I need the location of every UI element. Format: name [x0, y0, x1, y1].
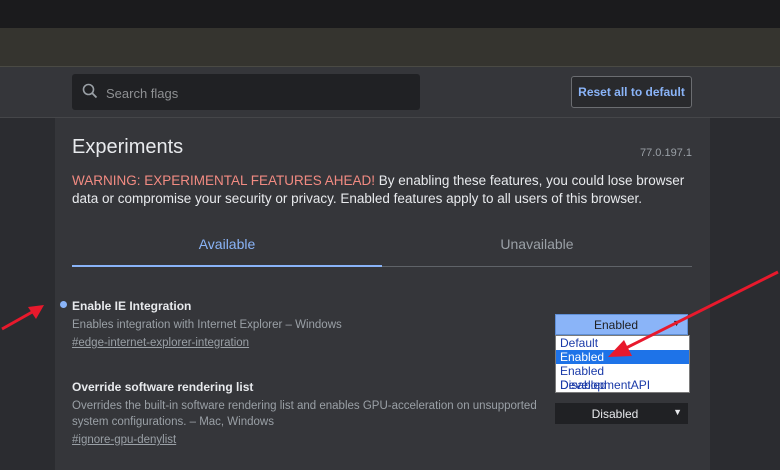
- warning-message: WARNING: EXPERIMENTAL FEATURES AHEAD! By…: [72, 172, 692, 208]
- flags-header: Reset all to default: [0, 67, 780, 118]
- browser-toolbar: [0, 28, 780, 67]
- annotation-arrow-left-icon: [1, 305, 44, 331]
- tab-unavailable[interactable]: Unavailable: [382, 236, 692, 252]
- page-title: Experiments: [72, 136, 184, 158]
- warning-strong: WARNING: EXPERIMENTAL FEATURES AHEAD!: [72, 173, 376, 188]
- flag-link-ie-integration[interactable]: #edge-internet-explorer-integration: [72, 337, 249, 349]
- search-icon: [82, 83, 98, 99]
- flag-name-software-rendering: Override software rendering list: [72, 380, 254, 394]
- version-label: 77.0.197.1: [640, 147, 692, 159]
- flag-name-ie-integration: Enable IE Integration: [72, 299, 192, 313]
- flag-link-software-rendering[interactable]: #ignore-gpu-denylist: [72, 434, 176, 446]
- modified-indicator-dot: [60, 301, 67, 308]
- tab-available[interactable]: Available: [72, 236, 382, 252]
- flag-select-software-rendering[interactable]: Disabled ▼: [555, 403, 688, 424]
- flag-description-software-rendering: Overrides the built-in software renderin…: [72, 400, 537, 428]
- search-input[interactable]: [104, 74, 408, 112]
- dropdown-option-disabled[interactable]: Disabled: [556, 378, 689, 392]
- reset-all-button[interactable]: Reset all to default: [571, 76, 692, 108]
- annotation-arrow-right-icon: [608, 270, 779, 357]
- dropdown-option-enabled-developmentapi[interactable]: Enabled DevelopmentAPI: [556, 364, 689, 392]
- dropdown-arrow-icon: ▼: [673, 407, 682, 417]
- select-value: Disabled: [591, 407, 639, 421]
- flag-description-ie-integration: Enables integration with Internet Explor…: [72, 319, 342, 331]
- left-gutter: [0, 118, 55, 470]
- window-top-bar: [0, 0, 780, 28]
- tab-active-indicator: [72, 265, 382, 267]
- search-box[interactable]: [72, 74, 420, 112]
